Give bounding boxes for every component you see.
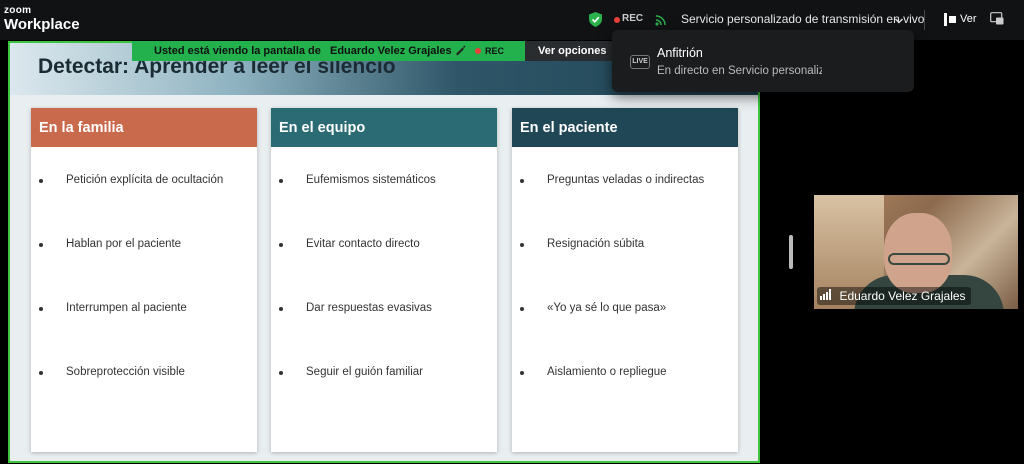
- stream-signal-icon: [655, 13, 667, 31]
- card-header: En el paciente: [512, 108, 738, 147]
- card-header: En el equipo: [271, 108, 497, 147]
- card-list: Preguntas veladas o indirectas Resignaci…: [512, 147, 738, 403]
- card-team: En el equipo Eufemismos sistemáticos Evi…: [271, 108, 497, 452]
- signal-bars-icon: [820, 287, 832, 305]
- card-header: En la familia: [31, 108, 257, 147]
- live-badge: LIVE: [630, 55, 650, 69]
- list-item: Aislamiento o repliegue: [512, 339, 738, 403]
- host-popup[interactable]: LIVE Anfitrión En directo en Servicio pe…: [612, 30, 914, 92]
- resize-handle[interactable]: [789, 235, 793, 269]
- view-options-button[interactable]: Ver opciones: [525, 41, 613, 61]
- share-rec-label: REC: [485, 46, 505, 56]
- list-item: Preguntas veladas o indirectas: [512, 147, 738, 211]
- share-banner-text: Usted está viendo la pantalla de: [154, 45, 321, 57]
- list-item: Evitar contacto directo: [271, 211, 497, 275]
- card-family: En la familia Petición explícita de ocul…: [31, 108, 257, 452]
- list-item: «Yo ya sé lo que pasa»: [512, 275, 738, 339]
- drawing-pen-icon[interactable]: [454, 44, 466, 59]
- rec-dot-icon: [614, 17, 620, 23]
- participant-video[interactable]: Eduardo Velez Grajales: [814, 195, 1018, 309]
- brand-small: zoom: [4, 5, 32, 16]
- list-item: Resignación súbita: [512, 211, 738, 275]
- picture-in-picture-icon[interactable]: [990, 12, 1004, 30]
- view-button[interactable]: Ver: [960, 13, 977, 25]
- list-item: Hablan por el paciente: [31, 211, 257, 275]
- divider: [924, 10, 925, 30]
- card-list: Petición explícita de ocultación Hablan …: [31, 147, 257, 403]
- participant-name: Eduardo Velez Grajales: [839, 289, 966, 303]
- list-item: Dar respuestas evasivas: [271, 275, 497, 339]
- view-icon[interactable]: [944, 13, 956, 31]
- card-patient: En el paciente Preguntas veladas o indir…: [512, 108, 738, 452]
- brand-big: Workplace: [4, 16, 80, 33]
- presenter-name: Eduardo Velez Grajales: [330, 45, 452, 57]
- list-item: Interrumpen al paciente: [31, 275, 257, 339]
- rec-dot-icon: [475, 48, 481, 54]
- list-item: Sobreprotección visible: [31, 339, 257, 403]
- stream-title[interactable]: Servicio personalizado de transmisión en…: [681, 12, 924, 26]
- list-item: Eufemismos sistemáticos: [271, 147, 497, 211]
- rec-label[interactable]: REC: [622, 13, 643, 24]
- shared-screen: Detectar: Aprender a leer el silencio En…: [8, 41, 760, 463]
- zoom-logo: zoom Workplace: [4, 5, 80, 33]
- video-glasses: [888, 253, 950, 265]
- list-item: Seguir el guión familiar: [271, 339, 497, 403]
- popup-subtitle: En directo en Servicio personaliza: [657, 65, 822, 77]
- list-item: Petición explícita de ocultación: [31, 147, 257, 211]
- share-banner: Usted está viendo la pantalla de Eduardo…: [132, 41, 525, 61]
- popup-title: Anfitrión: [657, 46, 703, 60]
- card-list: Eufemismos sistemáticos Evitar contacto …: [271, 147, 497, 403]
- shield-check-icon[interactable]: [589, 12, 602, 32]
- participant-name-tag: Eduardo Velez Grajales: [817, 287, 971, 305]
- chevron-down-icon[interactable]: [894, 13, 904, 31]
